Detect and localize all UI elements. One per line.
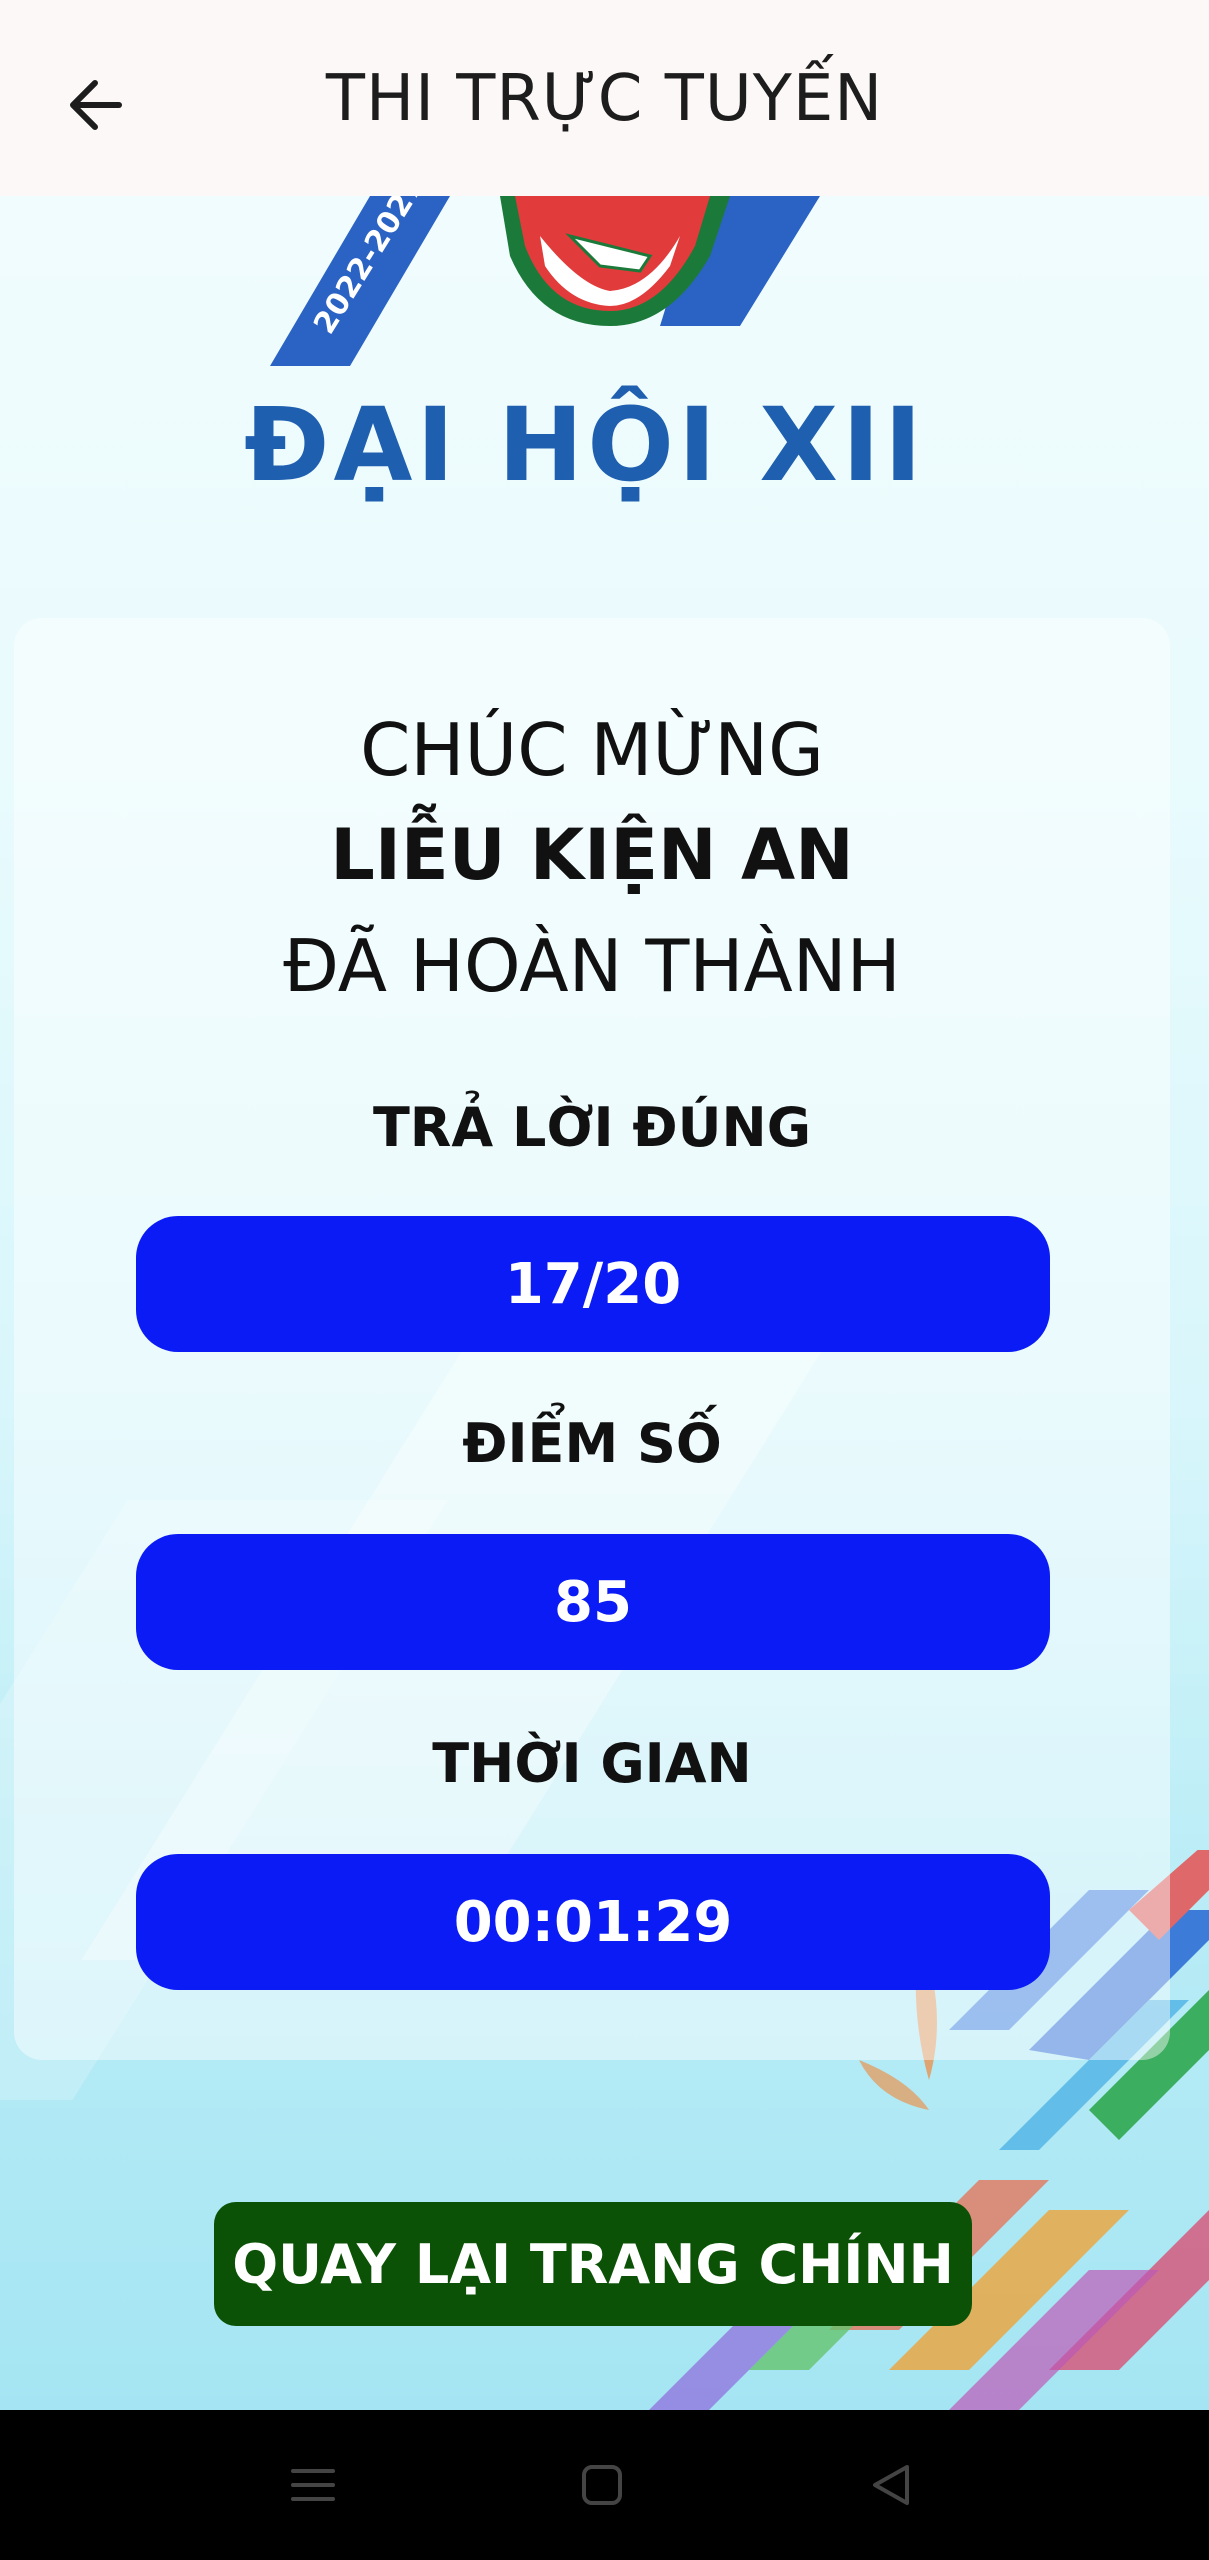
time-label: THỜI GIAN [432, 1732, 752, 1795]
menu-button[interactable] [278, 2455, 348, 2515]
page-title: THI TRỰC TUYẾN [325, 62, 884, 136]
menu-icon [291, 2469, 335, 2501]
congress-logo: 2022-2027 ĐẠI HỘI XII [240, 196, 930, 516]
congress-emblem-graphic: 2022-2027 [270, 196, 820, 366]
system-navigation-bar [0, 2410, 1209, 2560]
participant-name: LIỄU KIỆN AN [330, 814, 854, 896]
congrats-text: CHÚC MỪNG [360, 708, 824, 792]
score-label: ĐIỂM SỐ [462, 1412, 722, 1475]
correct-answers-value: 17/20 [136, 1216, 1050, 1352]
home-square-icon [582, 2465, 622, 2505]
completed-text: ĐÃ HOÀN THÀNH [283, 924, 901, 1008]
correct-answers-label: TRẢ LỜI ĐÚNG [372, 1096, 812, 1159]
home-button[interactable] [567, 2455, 637, 2515]
back-triangle-icon [873, 2465, 909, 2505]
score-value: 85 [136, 1534, 1050, 1670]
system-back-button[interactable] [856, 2455, 926, 2515]
congress-title: ĐẠI HỘI XII [244, 386, 926, 505]
result-card: CHÚC MỪNG LIỄU KIỆN AN ĐÃ HOÀN THÀNH TRẢ… [14, 618, 1170, 2060]
time-value: 00:01:29 [136, 1854, 1050, 1990]
app-header: THI TRỰC TUYẾN [0, 0, 1209, 196]
back-to-home-button[interactable]: QUAY LẠI TRANG CHÍNH [214, 2202, 972, 2326]
quiz-result-screen: THI TRỰC TUYẾN 2022-2027 ĐẠI HỘI XII CHÚ… [0, 0, 1209, 2560]
